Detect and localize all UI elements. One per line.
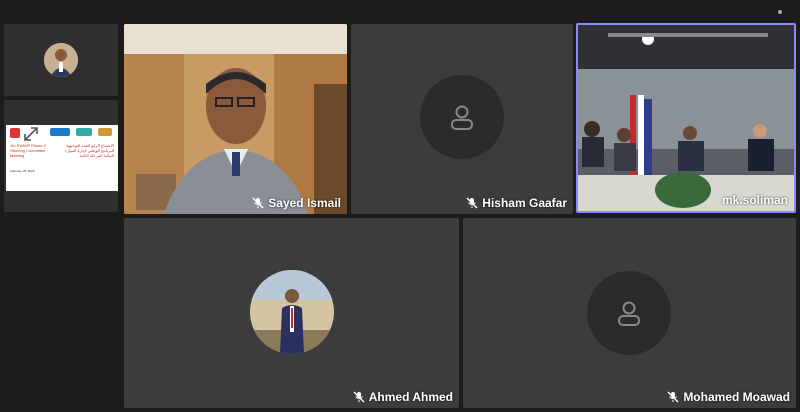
mic-off-icon bbox=[466, 197, 478, 209]
participant-name: mk.soliman bbox=[721, 193, 788, 207]
participant-tile-ahmed[interactable]: Ahmed Ahmed bbox=[124, 218, 459, 408]
participant-name-tag: mk.soliman bbox=[722, 193, 788, 207]
shared-slide-thumbnail[interactable]: 4th PWMIP Phase 2 Steering Committee Mee… bbox=[6, 125, 118, 191]
participant-tile-soliman[interactable]: mk.soliman bbox=[576, 23, 796, 213]
participant-tile-mohamed[interactable]: Mohamed Moawad bbox=[463, 218, 796, 408]
avatar bbox=[250, 270, 334, 354]
slide-title-en: 4th PWMIP Phase 2 Steering Committee Mee… bbox=[10, 143, 46, 158]
slide-date: February 25, 2022 bbox=[10, 169, 35, 173]
participant-name-tag: Hisham Gaafar bbox=[466, 196, 567, 210]
avatar bbox=[44, 43, 78, 77]
expand-icon[interactable] bbox=[22, 125, 40, 143]
participant-name: Sayed Ismail bbox=[268, 196, 341, 210]
mic-off-icon bbox=[353, 391, 365, 403]
person-icon bbox=[420, 75, 504, 159]
participant-tile-sayed[interactable]: Sayed Ismail bbox=[124, 24, 347, 214]
menu-dots-icon[interactable] bbox=[778, 10, 782, 14]
participant-name: Hisham Gaafar bbox=[482, 196, 567, 210]
participant-video bbox=[124, 24, 347, 214]
participant-tile-hisham[interactable]: Hisham Gaafar bbox=[351, 24, 573, 214]
mic-off-icon bbox=[252, 197, 264, 209]
slide-title-ar: الاجتماع الرابع للجنة التوجيهية للبرنامج… bbox=[64, 143, 114, 158]
mic-off-icon bbox=[667, 391, 679, 403]
self-view-tile[interactable] bbox=[4, 24, 118, 96]
person-icon bbox=[587, 271, 671, 355]
participant-name: Mohamed Moawad bbox=[683, 390, 790, 404]
avatar-photo bbox=[44, 43, 78, 77]
participant-name-tag: Sayed Ismail bbox=[252, 196, 341, 210]
participant-name-tag: Mohamed Moawad bbox=[667, 390, 790, 404]
participant-name: Ahmed Ahmed bbox=[368, 390, 453, 404]
participant-video bbox=[578, 25, 794, 211]
participant-name-tag: Ahmed Ahmed bbox=[353, 390, 453, 404]
